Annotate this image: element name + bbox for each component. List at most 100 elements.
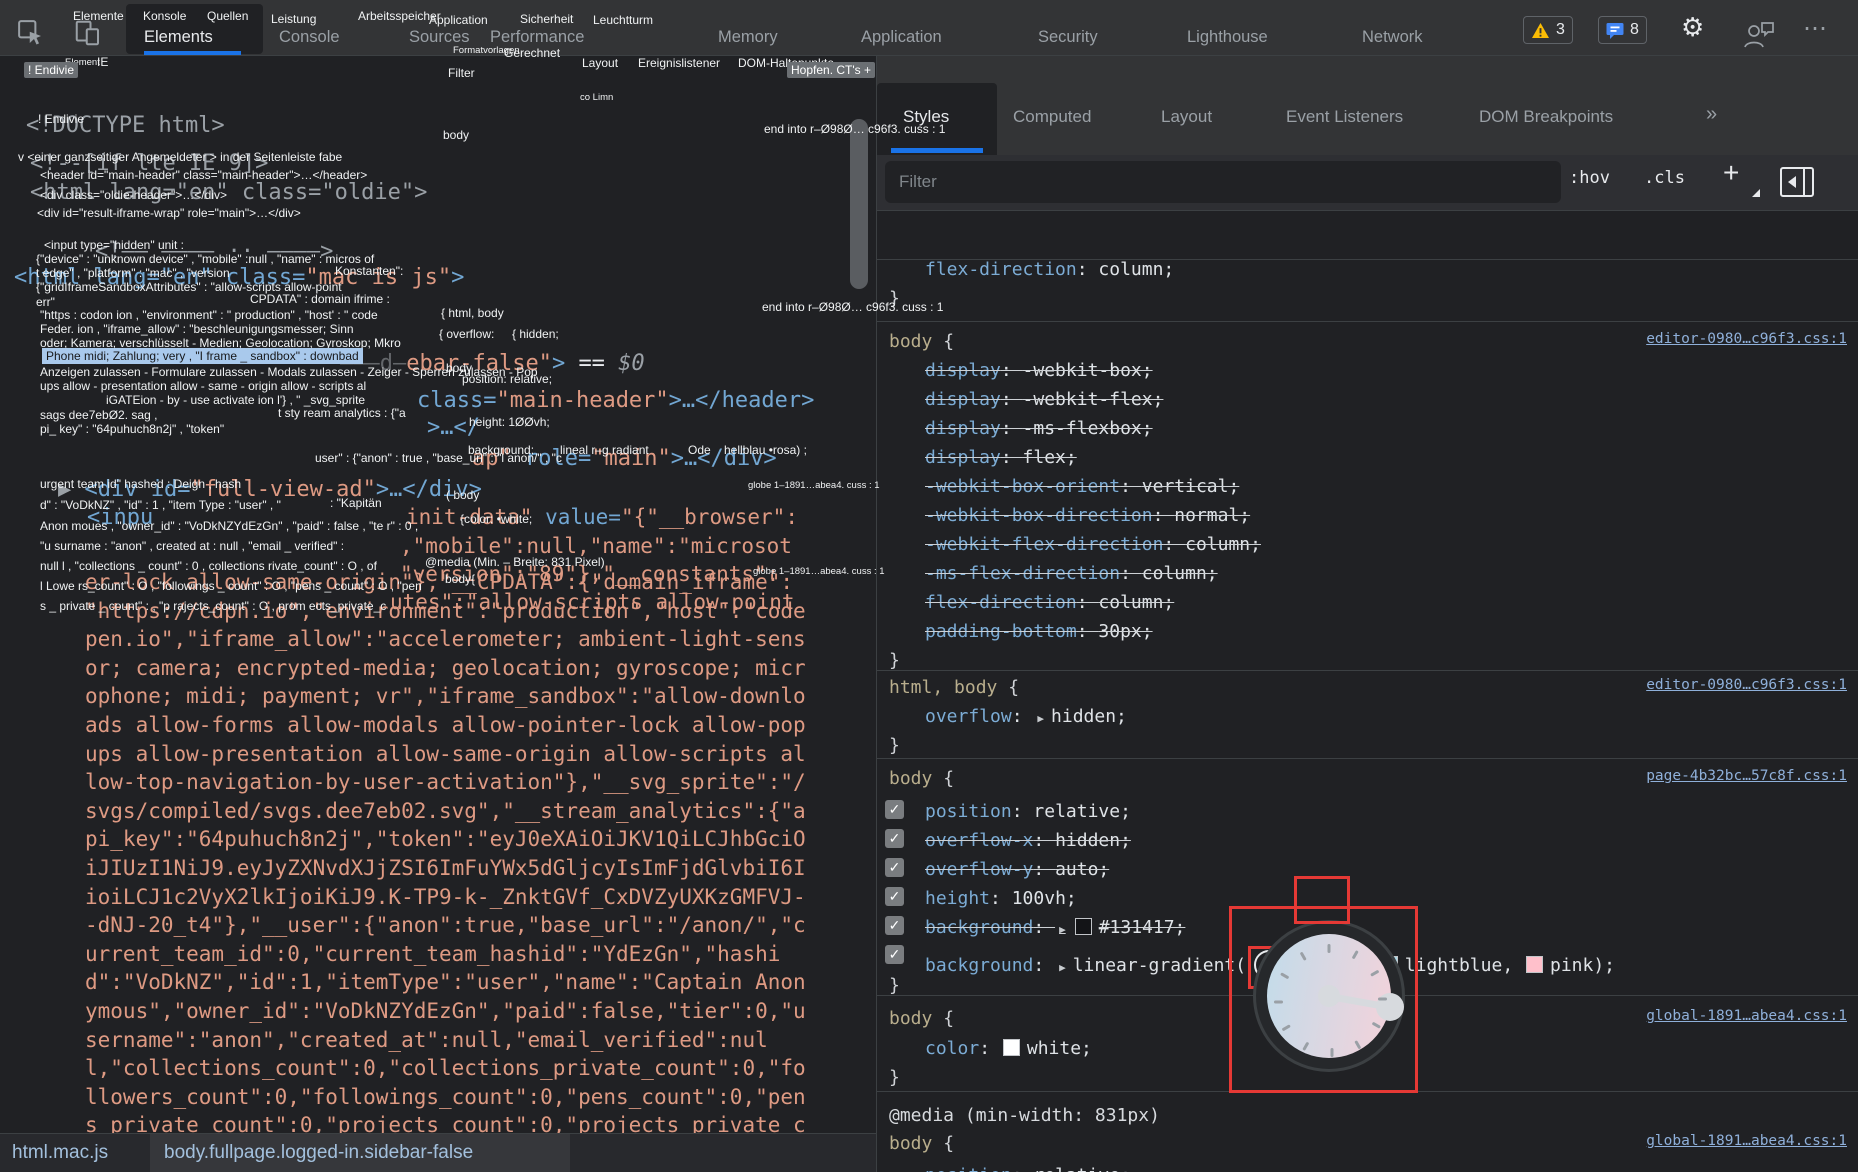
color-swatch[interactable] [1003,1039,1020,1056]
styles-tab-styles[interactable]: Styles [903,107,949,127]
color-swatch[interactable] [1075,918,1092,935]
warning-badge[interactable]: 3 [1523,16,1573,44]
devtools-tab-elements[interactable]: Elements [144,28,213,47]
property-colon: : [1033,917,1055,938]
css-selector[interactable]: body { [889,1008,954,1029]
css-property[interactable]: overflow-y: auto; [925,859,1109,880]
dom-code-token: <!--[if lte IE 9]> [30,151,268,176]
styles-filter-input[interactable]: Filter [885,161,1561,203]
dom-tree-line[interactable]: ,"mobile":null,"name":"microsot [400,534,792,558]
css-property[interactable]: background: ▶#131417; [925,917,1185,938]
dom-code-token: ap" [472,446,512,471]
property-checkbox[interactable]: ✓ [885,916,904,935]
property-checkbox[interactable]: ✓ [885,829,904,848]
more-options-icon[interactable]: ⋯ [1803,14,1829,43]
css-property[interactable]: overflow: ▶hidden; [925,706,1127,727]
property-value: vertical; [1142,476,1240,497]
css-selector[interactable]: html, body { [889,677,1019,698]
stylesheet-link[interactable]: page-4b32bc…57c8f.css:1 [1646,768,1847,784]
device-toolbar-icon[interactable] [72,18,104,53]
css-property[interactable]: padding-bottom: 30px; [925,621,1153,642]
devtools-tab-application[interactable]: Application [861,28,942,47]
styles-tab-computed[interactable]: Computed [1013,107,1091,127]
breadcrumb-html[interactable]: html.mac.js [12,1142,108,1164]
open-brace: { [943,768,954,789]
dom-tree-line[interactable]: –——d—ebar-false"> == $0 [340,351,645,376]
devtools-tab-sources[interactable]: Sources [409,28,470,47]
styles-tab-layout[interactable]: Layout [1161,107,1212,127]
css-property[interactable]: display: -webkit-flex; [925,389,1163,410]
css-property[interactable]: overflow-x: hidden; [925,830,1131,851]
expand-arrow-icon[interactable]: ▶ [1037,712,1044,725]
css-property[interactable]: -ms-flex-direction: column; [925,563,1218,584]
property-text: padding-bottom: 30px; [925,621,1153,642]
css-selector[interactable]: body { [889,331,954,352]
css-property[interactable]: display: -webkit-box; [925,360,1153,381]
dom-tree-line[interactable]: ap" role="main">…</div> [472,446,777,471]
styles-tab-strip: » Styles Computed Layout Event Listeners DOM… [877,55,1858,156]
property-checkbox[interactable]: ✓ [885,887,904,906]
styles-tab-event-listeners[interactable]: Event Listeners [1286,107,1403,127]
property-colon: : [1153,505,1175,526]
css-property[interactable]: flex-direction: column; [925,592,1174,613]
dom-code-token: init-data" [406,505,532,529]
property-checkbox[interactable]: ✓ [885,800,904,819]
tab-overflow-chevron-icon[interactable]: » [1706,103,1717,126]
dom-tree-line[interactable]: <inpu [87,505,153,530]
styles-tab-dom-breakpoints[interactable]: DOM Breakpoints [1479,107,1613,127]
css-property[interactable]: color: white; [925,1038,1092,1059]
issues-badge[interactable]: 8 [1598,16,1647,44]
devtools-tab-memory[interactable]: Memory [718,28,778,47]
feedback-person-icon[interactable] [1742,20,1776,53]
devtools-tab-network[interactable]: Network [1362,28,1423,47]
dom-tree-line[interactable]: <html lang="en" class="mac is js"> [14,265,464,290]
css-selector[interactable]: body { [889,768,954,789]
dom-code-token: role= [512,446,591,471]
inspect-icon[interactable] [16,18,46,53]
devtools-tab-console[interactable]: Console [279,28,340,47]
breadcrumb-body[interactable]: body.fullpage.logged-in.sidebar-false [164,1142,473,1164]
dom-tree-line[interactable]: >…</ [427,415,480,440]
devtools-tab-lighthouse[interactable]: Lighthouse [1187,28,1268,47]
scrollbar-thumb[interactable] [850,119,868,289]
hov-toggle-button[interactable]: :hov [1569,168,1610,188]
css-property[interactable]: -webkit-box-orient: vertical; [925,476,1239,497]
property-name: -webkit-box-direction [925,505,1153,526]
css-property[interactable]: -webkit-flex-direction: column; [925,534,1261,555]
css-property[interactable]: display: flex; [925,447,1077,468]
property-text: position: relative; [925,1165,1131,1172]
css-property[interactable]: display: -ms-flexbox; [925,418,1153,439]
sidebar-toggle-icon[interactable] [1779,165,1815,204]
css-property[interactable]: position: relative; [925,1165,1131,1172]
dom-tree-line[interactable]: ▶ <div id="full-view-ad">…</div> [58,477,482,502]
color-swatch-pink[interactable] [1526,956,1543,973]
dom-tree-line[interactable]: <!DOCTYPE html> [26,113,225,138]
css-property[interactable]: height: 100vh; [925,888,1077,909]
media-query[interactable]: @media (min-width: 831px) [889,1105,1160,1126]
settings-gear-icon[interactable]: ⚙ [1681,13,1704,43]
property-checkbox[interactable]: ✓ [885,858,904,877]
cls-toggle-button[interactable]: .cls [1644,168,1685,188]
css-selector[interactable]: body { [889,1133,954,1154]
css-property[interactable]: flex-direction: column; [925,259,1174,280]
property-value: #131417; [1099,917,1186,938]
dom-tree-line[interactable]: <!--[if lte IE 9]> [30,151,268,176]
new-style-rule-button[interactable]: + [1723,157,1739,189]
expand-arrow-icon[interactable]: ▶ [1059,961,1066,974]
expand-arrow-icon[interactable]: ▶ [1059,923,1066,936]
property-name: flex-direction [925,259,1077,280]
css-property[interactable]: position: relative; [925,801,1131,822]
stylesheet-link[interactable]: global-1891…abea4.css:1 [1646,1008,1847,1024]
dom-tree-line[interactable]: init-data" value="{"__browser": [406,505,798,529]
css-property[interactable]: -webkit-box-direction: normal; [925,505,1250,526]
property-checkbox[interactable]: ✓ [885,945,904,964]
dom-tree-line[interactable]: <!—— ———— ·· ————> [95,239,333,264]
dom-tree-line[interactable]: <html lang="en" class="oldie"> [30,180,427,205]
stylesheet-link[interactable]: editor-0980…c96f3.css:1 [1646,331,1847,347]
stylesheet-link[interactable]: global-1891…abea4.css:1 [1646,1133,1847,1149]
stylesheet-link[interactable]: editor-0980…c96f3.css:1 [1646,677,1847,693]
dom-tree-line[interactable]: class="main-header">…</header> [417,388,814,413]
property-colon: : [1120,476,1142,497]
devtools-tab-performance[interactable]: Performance [490,28,584,47]
devtools-tab-security[interactable]: Security [1038,28,1098,47]
